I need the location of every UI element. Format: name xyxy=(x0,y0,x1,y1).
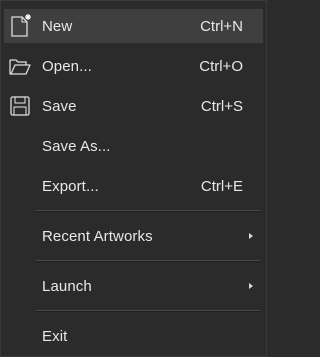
floppy-disk-icon xyxy=(7,93,33,119)
new-document-icon xyxy=(7,13,33,39)
menu-item-shortcut: Ctrl+N xyxy=(200,17,243,35)
file-menu: New Ctrl+N Open... Ctrl+O Save Ctrl+S Sa… xyxy=(0,0,267,357)
menu-separator xyxy=(36,260,260,262)
menu-item-shortcut: Ctrl+S xyxy=(200,97,243,115)
menu-item-recent-artworks[interactable]: Recent Artworks xyxy=(4,219,263,253)
menu-item-label: New xyxy=(42,17,73,35)
menu-item-label: Save xyxy=(42,97,77,115)
menu-item-label: Exit xyxy=(42,327,68,345)
menu-item-label: Open... xyxy=(42,57,92,75)
menu-item-save[interactable]: Save Ctrl+S xyxy=(4,89,263,123)
menu-item-new[interactable]: New Ctrl+N xyxy=(4,9,263,43)
menu-item-open[interactable]: Open... Ctrl+O xyxy=(4,49,263,83)
menu-item-label: Recent Artworks xyxy=(42,227,153,245)
menu-item-save-as[interactable]: Save As... xyxy=(4,129,263,163)
menu-item-export[interactable]: Export... Ctrl+E xyxy=(4,169,263,203)
menu-item-label: Export... xyxy=(42,177,99,195)
menu-item-shortcut: Ctrl+E xyxy=(200,177,243,195)
menu-item-label: Save As... xyxy=(42,137,111,155)
menu-separator xyxy=(36,310,260,312)
menu-item-label: Launch xyxy=(42,277,92,295)
menu-item-exit[interactable]: Exit xyxy=(4,319,263,353)
menu-separator xyxy=(36,210,260,212)
menu-item-shortcut: Ctrl+O xyxy=(199,57,243,75)
submenu-arrow-icon xyxy=(249,283,253,289)
submenu-arrow-icon xyxy=(249,233,253,239)
folder-open-icon xyxy=(7,53,33,79)
menu-item-launch[interactable]: Launch xyxy=(4,269,263,303)
